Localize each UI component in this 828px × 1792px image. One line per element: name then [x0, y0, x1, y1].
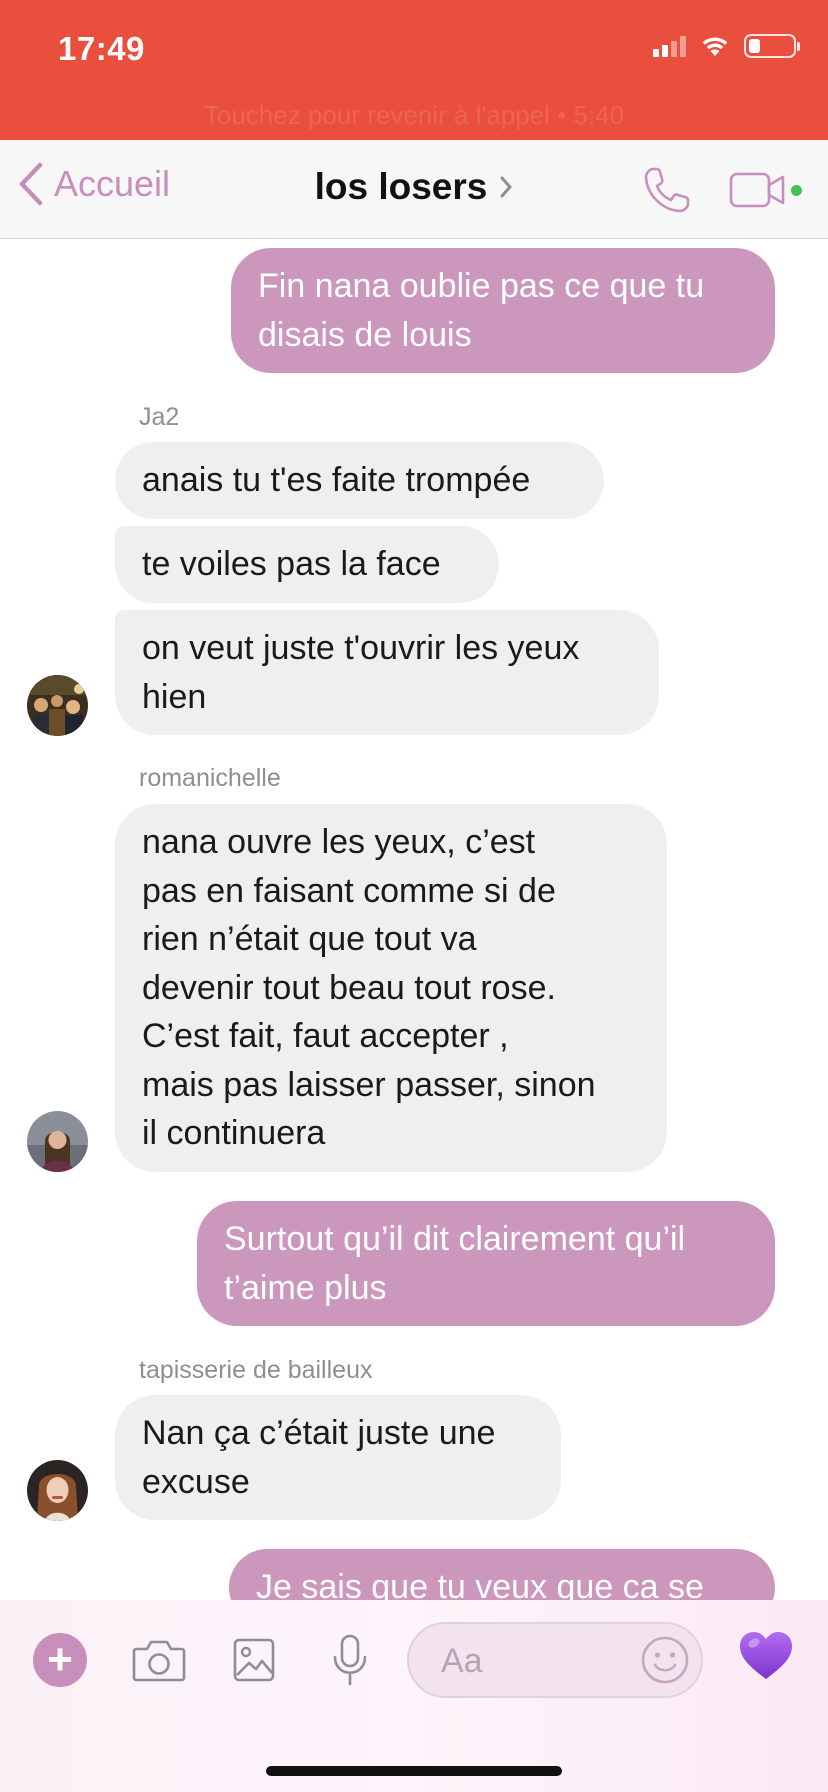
- status-bar: 17:49 Touchez pour revenir à l'appel • 5…: [0, 0, 828, 140]
- profile-photo-avatar-icon: [27, 1111, 88, 1172]
- battery-icon: [744, 34, 800, 58]
- video-camera-icon: [729, 172, 785, 208]
- online-status-dot: [791, 184, 802, 196]
- microphone-icon: [333, 1634, 367, 1686]
- more-actions-button[interactable]: +: [30, 1630, 90, 1690]
- composer-bar: +: [0, 1600, 828, 1792]
- header-actions: [641, 164, 802, 216]
- home-indicator[interactable]: [266, 1766, 562, 1776]
- image-icon: [233, 1638, 275, 1682]
- profile-photo-avatar-icon: [27, 1460, 88, 1521]
- emoji-button[interactable]: [639, 1634, 691, 1686]
- message-list[interactable]: Fin nana oublie pas ce que tu disais de …: [0, 239, 828, 1600]
- sender-name: Ja2: [139, 403, 180, 431]
- send-heart-button[interactable]: [738, 1630, 794, 1686]
- group-photo-avatar-icon: [27, 675, 88, 736]
- status-icons: [653, 34, 800, 58]
- gallery-button[interactable]: [224, 1630, 284, 1690]
- battery-level-fill: [749, 39, 760, 53]
- conversation-title-button[interactable]: los losers: [315, 166, 514, 208]
- avatar[interactable]: [27, 675, 88, 736]
- camera-button[interactable]: [127, 1630, 191, 1690]
- emoji-icon: [641, 1636, 689, 1684]
- cellular-signal-icon: [653, 35, 686, 57]
- video-call-button[interactable]: [729, 170, 802, 210]
- outgoing-message[interactable]: Surtout qu’il dit clairement qu’il t’aim…: [197, 1201, 775, 1326]
- heart-icon: [740, 1632, 792, 1679]
- voice-message-button[interactable]: [320, 1630, 380, 1690]
- phone-icon[interactable]: [641, 164, 693, 216]
- message-input[interactable]: [439, 1638, 623, 1684]
- return-to-call-banner[interactable]: Touchez pour revenir à l'appel • 5:40: [0, 100, 828, 131]
- incoming-message[interactable]: te voiles pas la face: [115, 526, 499, 603]
- chevron-right-icon: [500, 176, 512, 198]
- incoming-message[interactable]: Nan ça c’était juste une excuse: [115, 1395, 561, 1520]
- camera-icon: [132, 1640, 186, 1682]
- avatar[interactable]: [27, 1111, 88, 1172]
- incoming-message[interactable]: on veut juste t'ouvrir les yeux hien: [115, 610, 659, 735]
- incoming-message[interactable]: nana ouvre les yeux, c’est pas en faisan…: [115, 804, 667, 1172]
- sender-name: tapisserie de bailleux: [139, 1356, 373, 1384]
- conversation-title: los losers: [314, 166, 488, 207]
- avatar[interactable]: [27, 1460, 88, 1521]
- outgoing-message[interactable]: Je sais que tu veux que ca se: [229, 1549, 775, 1600]
- outgoing-message[interactable]: Fin nana oublie pas ce que tu disais de …: [231, 248, 775, 373]
- message-input-container: [407, 1622, 703, 1698]
- chevron-left-icon: [19, 162, 43, 206]
- back-button-label: Accueil: [54, 163, 171, 204]
- plus-icon: +: [33, 1633, 87, 1687]
- conversation-header: Accueil los losers: [0, 140, 828, 239]
- incoming-message[interactable]: anais tu t'es faite trompée: [115, 442, 604, 519]
- wifi-icon: [702, 37, 728, 56]
- sender-name: romanichelle: [139, 764, 281, 792]
- status-time: 17:49: [58, 30, 145, 67]
- back-button[interactable]: Accueil: [18, 162, 170, 206]
